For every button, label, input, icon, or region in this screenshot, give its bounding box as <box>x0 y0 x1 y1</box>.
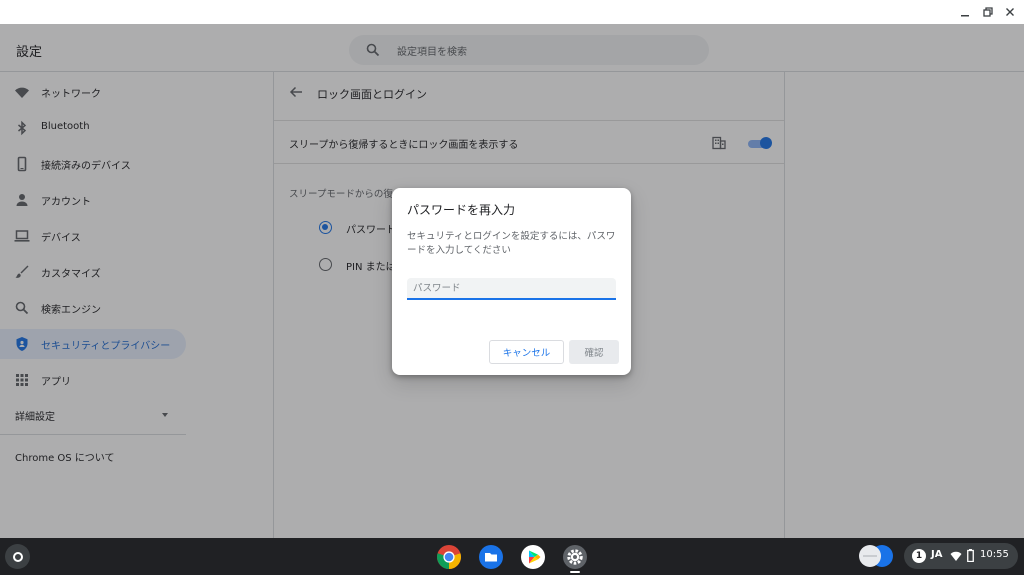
shelf: 1 JA 10:55 <box>0 538 1024 575</box>
play-store-icon[interactable] <box>520 544 546 570</box>
settings-icon[interactable] <box>562 544 588 570</box>
notification-count-badge[interactable]: 1 <box>912 549 926 563</box>
ime-indicator[interactable]: JA <box>931 549 942 560</box>
password-dialog: パスワードを再入力 セキュリティとログインを設定するには、パスワードを入力してく… <box>392 188 631 375</box>
cancel-button[interactable]: キャンセル <box>489 340 564 364</box>
minimize-icon[interactable] <box>956 3 974 21</box>
launcher-icon <box>12 551 23 562</box>
restore-icon[interactable] <box>979 3 997 21</box>
close-icon[interactable] <box>1001 3 1019 21</box>
chrome-icon[interactable] <box>436 544 462 570</box>
holding-space-icon[interactable] <box>857 543 895 569</box>
dialog-title: パスワードを再入力 <box>407 203 516 217</box>
confirm-button[interactable]: 確認 <box>569 340 619 364</box>
window-titlebar <box>0 0 1024 24</box>
status-tray[interactable]: 1 JA 10:55 <box>904 543 1018 569</box>
dialog-body: セキュリティとログインを設定するには、パスワードを入力してください <box>407 231 616 256</box>
active-app-indicator <box>570 571 580 573</box>
launcher-button[interactable] <box>5 544 30 569</box>
clock: 10:55 <box>980 549 1009 560</box>
wifi-icon <box>950 551 962 561</box>
files-icon[interactable] <box>478 544 504 570</box>
battery-icon <box>967 549 974 562</box>
password-input[interactable] <box>407 278 616 300</box>
